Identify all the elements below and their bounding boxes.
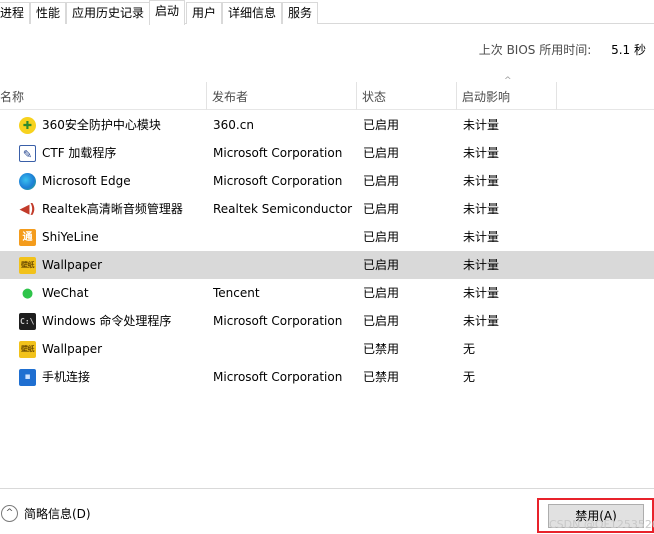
app-name: WeChat	[42, 286, 89, 300]
status: 已启用	[363, 174, 400, 188]
app-name: Wallpaper	[42, 258, 103, 272]
startup-impact: 未计量	[463, 258, 500, 272]
status: 已启用	[363, 258, 400, 272]
publisher: Realtek Semiconductor	[213, 202, 353, 216]
status: 已启用	[363, 118, 400, 132]
startup-impact: 无	[463, 342, 476, 356]
wechat-icon: ●	[21, 286, 34, 301]
tab-performance[interactable]: 性能	[30, 2, 67, 24]
tab-details[interactable]: 详细信息	[222, 2, 283, 24]
status: 已启用	[363, 230, 400, 244]
app-name: Microsoft Edge	[42, 174, 131, 188]
table-row[interactable]: ▪ 手机连接 Microsoft Corporation 已禁用 无	[0, 363, 654, 391]
publisher	[213, 335, 355, 363]
bios-time-value: 5.1 秒	[611, 43, 646, 57]
speaker-icon: ◀)	[19, 202, 36, 217]
startup-list: ✚ 360安全防护中心模块 360.cn 已启用 未计量 ✎ CTF 加载程序 …	[0, 111, 654, 391]
bios-time-label: 上次 BIOS 所用时间:	[478, 43, 592, 57]
table-row[interactable]: 通 ShiYeLine 已启用 未计量	[0, 223, 654, 251]
table-row[interactable]: 壁纸 Wallpaper 已禁用 无	[0, 335, 654, 363]
publisher: 360.cn	[213, 118, 254, 132]
app-name: 360安全防护中心模块	[42, 118, 161, 132]
status: 已启用	[363, 314, 400, 328]
app-name: Realtek高清晰音频管理器	[42, 202, 183, 216]
startup-impact: 未计量	[463, 146, 500, 160]
tab-processes[interactable]: 进程	[0, 2, 31, 24]
status: 已启用	[363, 202, 400, 216]
table-row[interactable]: ✎ CTF 加载程序 Microsoft Corporation 已启用 未计量	[0, 139, 654, 167]
column-divider[interactable]	[356, 82, 357, 110]
column-divider[interactable]	[456, 82, 457, 110]
app-name: 手机连接	[42, 370, 91, 384]
publisher: Microsoft Corporation	[213, 146, 343, 160]
publisher	[213, 223, 355, 251]
startup-impact: 未计量	[463, 118, 500, 132]
status: 已禁用	[363, 370, 400, 384]
table-row[interactable]: ✚ 360安全防护中心模块 360.cn 已启用 未计量	[0, 111, 654, 139]
column-divider[interactable]	[206, 82, 207, 110]
column-header-publisher[interactable]: 发布者	[208, 82, 248, 110]
status: 已启用	[363, 146, 400, 160]
column-divider[interactable]	[556, 82, 557, 110]
publisher: Microsoft Corporation	[213, 314, 343, 328]
fewer-details-button[interactable]: ^ 简略信息(D)	[0, 504, 91, 524]
edge-icon	[19, 173, 36, 190]
status: 已启用	[363, 286, 400, 300]
column-header-name[interactable]: 名称	[0, 82, 24, 110]
app-name: ShiYeLine	[42, 230, 99, 244]
tab-bar: 进程 性能 应用历史记录 启动 用户 详细信息 服务	[0, 0, 654, 25]
shiyeline-icon: 通	[19, 229, 36, 246]
startup-impact: 未计量	[463, 174, 500, 188]
table-row[interactable]: ◀) Realtek高清晰音频管理器 Realtek Semiconductor…	[0, 195, 654, 223]
ctf-pen-icon: ✎	[19, 145, 36, 162]
fewer-details-label: 简略信息(D)	[24, 507, 91, 521]
tab-app-history[interactable]: 应用历史记录	[66, 2, 151, 24]
watermark: CSDN @OF1253520	[549, 518, 654, 531]
startup-impact: 未计量	[463, 230, 500, 244]
startup-impact: 无	[463, 370, 476, 384]
table-row[interactable]: ● WeChat Tencent 已启用 未计量	[0, 279, 654, 307]
column-header-row: 名称 发布者 状态 启动影响	[0, 82, 654, 110]
column-header-status[interactable]: 状态	[358, 82, 386, 110]
chevron-up-icon: ^	[1, 505, 18, 522]
status: 已禁用	[363, 342, 400, 356]
startup-impact: 未计量	[463, 202, 500, 216]
tab-startup[interactable]: 启动	[149, 0, 186, 25]
column-header-impact[interactable]: 启动影响	[458, 82, 510, 110]
app-name: CTF 加载程序	[42, 146, 117, 160]
tab-services[interactable]: 服务	[282, 2, 319, 24]
publisher: Microsoft Corporation	[213, 174, 343, 188]
table-row[interactable]: Microsoft Edge Microsoft Corporation 已启用…	[0, 167, 654, 195]
app-name: Windows 命令处理程序	[42, 314, 172, 328]
shield-360-icon: ✚	[19, 117, 36, 134]
wallpaper-icon: 壁纸	[19, 341, 36, 358]
cmd-icon: C:\	[19, 313, 36, 330]
publisher: Tencent	[213, 286, 260, 300]
phone-link-icon: ▪	[19, 369, 36, 386]
app-name: Wallpaper	[42, 342, 103, 356]
startup-impact: 未计量	[463, 286, 500, 300]
table-row[interactable]: C:\ Windows 命令处理程序 Microsoft Corporation…	[0, 307, 654, 335]
startup-impact: 未计量	[463, 314, 500, 328]
table-row-selected[interactable]: 壁纸 Wallpaper 已启用 未计量	[0, 251, 654, 279]
publisher: Microsoft Corporation	[213, 370, 343, 384]
tab-users[interactable]: 用户	[186, 2, 223, 24]
publisher	[213, 251, 355, 279]
wallpaper-icon: 壁纸	[19, 257, 36, 274]
bios-time: 上次 BIOS 所用时间: 5.1 秒	[479, 41, 646, 58]
